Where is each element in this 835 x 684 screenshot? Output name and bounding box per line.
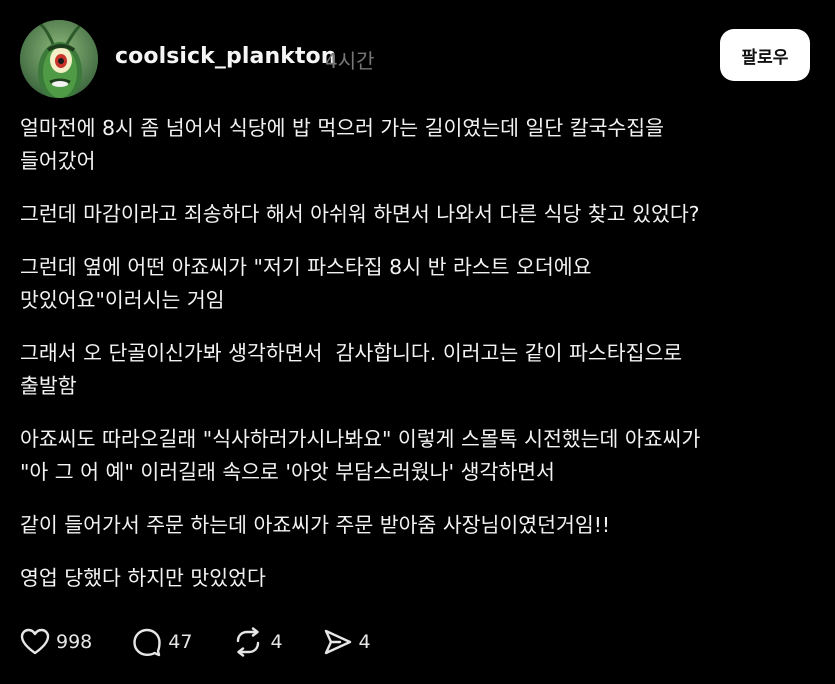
follow-button[interactable]: 팔로우	[720, 29, 810, 81]
post-paragraph: 영업 당했다 하지만 맛있었다	[20, 566, 266, 590]
post-paragraph: 아죠씨도 따라오길래 "식사하러가시나봐요" 이렇게 스몰톡 시전했는데 아죠씨…	[20, 427, 701, 484]
avatar[interactable]	[20, 20, 98, 98]
comment-count: 47	[168, 631, 193, 653]
heart-icon	[20, 628, 50, 655]
post-body: 얼마전에 8시 좀 넘어서 식당에 밥 먹으러 가는 길이였는데 일단 칼국수집…	[20, 112, 810, 595]
thread-post: coolsick_plankton 4시간 팔로우 얼마전에 8시 좀 넘어서 …	[0, 0, 835, 684]
plankton-avatar-icon	[20, 20, 98, 98]
post-paragraph: 같이 들어가서 주문 하는데 아죠씨가 주문 받아줌 사장님이였던거임!!	[20, 513, 611, 537]
share-button[interactable]: 4	[323, 628, 371, 656]
author-username[interactable]: coolsick_plankton	[115, 44, 337, 69]
post-paragraph: 얼마전에 8시 좀 넘어서 식당에 밥 먹으러 가는 길이였는데 일단 칼국수집…	[20, 116, 665, 173]
post-header: coolsick_plankton 4시간 팔로우	[20, 20, 815, 98]
post-paragraph: 그래서 오 단골이신가봐 생각하면서 감사합니다. 이러고는 같이 파스타집으로…	[20, 341, 683, 398]
repost-button[interactable]: 4	[232, 627, 283, 657]
post-timestamp: 4시간	[325, 49, 375, 73]
repost-count: 4	[270, 631, 283, 653]
repost-icon	[237, 627, 260, 657]
send-icon	[324, 629, 351, 655]
comment-bubble-icon	[133, 628, 161, 657]
comment-button[interactable]: 47	[132, 627, 192, 657]
share-count: 4	[358, 631, 371, 653]
post-paragraph: 그런데 마감이라고 죄송하다 해서 아쉬워 하면서 나와서 다른 식당 찾고 있…	[20, 202, 700, 226]
like-button[interactable]: 998	[20, 628, 92, 656]
post-actions: 998 47 4 4	[20, 622, 411, 662]
post-paragraph: 그런데 옆에 어떤 아죠씨가 "저기 파스타집 8시 반 라스트 오더에요 맛있…	[20, 255, 592, 312]
like-count: 998	[56, 631, 93, 653]
